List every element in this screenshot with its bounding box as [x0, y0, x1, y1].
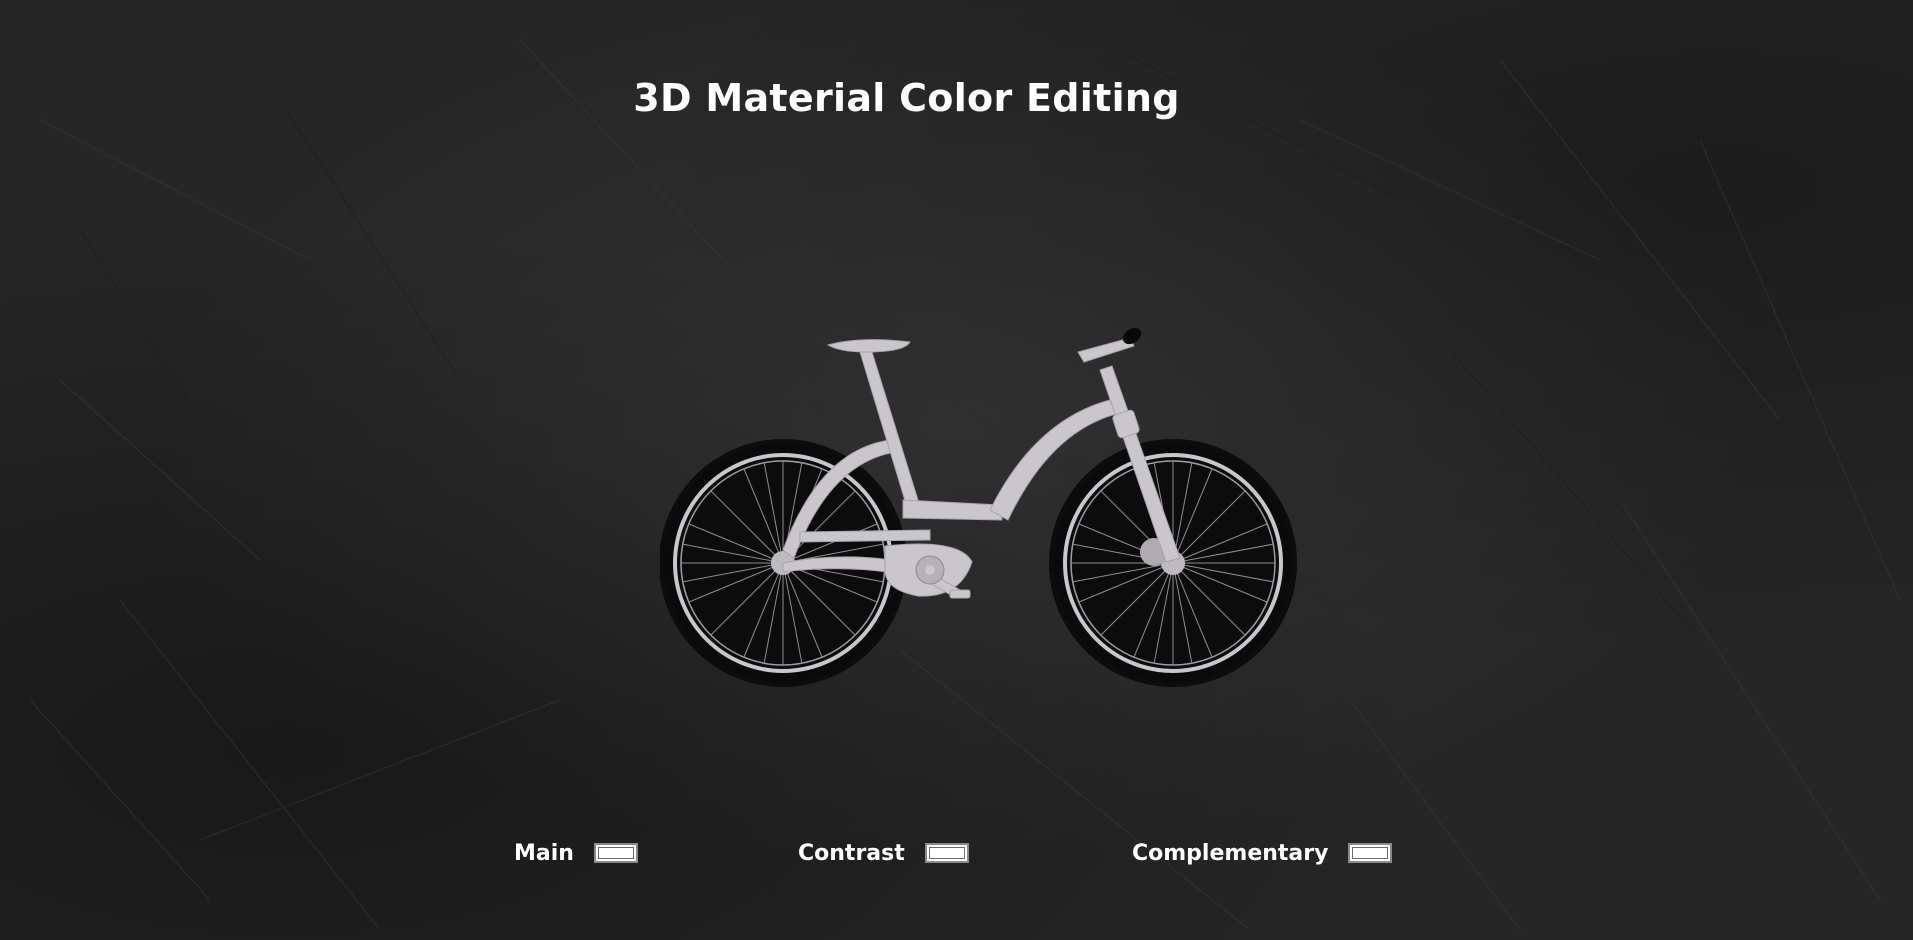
main-color-picker[interactable]: [593, 843, 638, 863]
complementary-color-label: Complementary: [1132, 840, 1329, 866]
3d-viewport[interactable]: [660, 300, 1310, 700]
complementary-color-control: Complementary: [1132, 838, 1393, 868]
contrast-color-label: Contrast: [798, 840, 905, 866]
main-color-control: Main: [514, 838, 638, 868]
bicycle-model: [660, 327, 1297, 687]
color-controls: Main Contrast Complementary: [0, 838, 1913, 868]
complementary-color-picker[interactable]: [1348, 843, 1393, 863]
contrast-color-control: Contrast: [798, 838, 969, 868]
contrast-color-picker[interactable]: [924, 843, 969, 863]
main-color-label: Main: [514, 840, 574, 866]
front-wheel: [1054, 444, 1292, 682]
page-title: 3D Material Color Editing: [633, 76, 1180, 120]
